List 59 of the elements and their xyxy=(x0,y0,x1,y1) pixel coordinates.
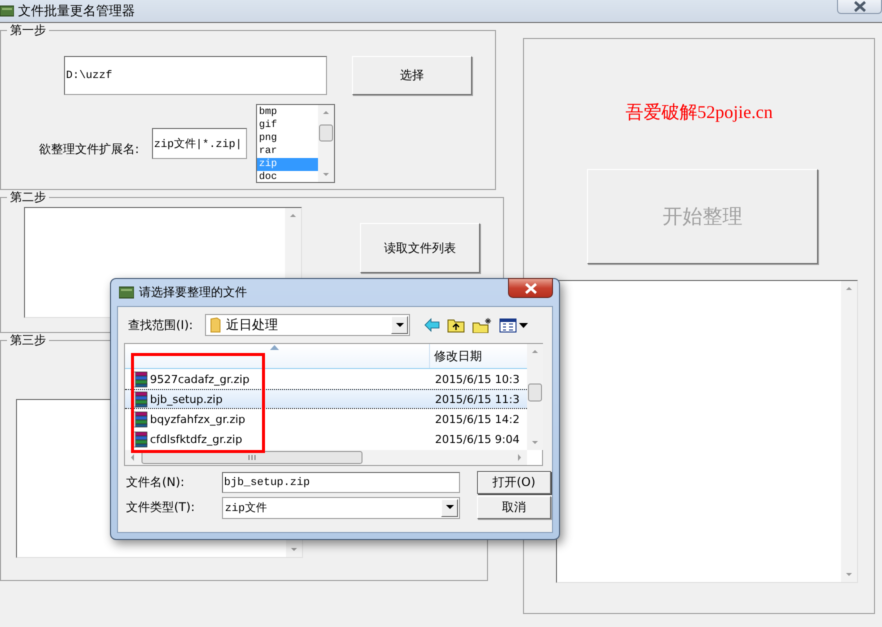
open-button[interactable]: 打开(O) xyxy=(477,471,551,494)
file-row[interactable]: bjb_setup.zip 2015/6/15 11:3 xyxy=(125,389,527,409)
extension-field[interactable]: zip文件|*.zip| xyxy=(152,128,247,159)
close-button[interactable] xyxy=(837,0,882,14)
file-date: 2015/6/15 9:04 xyxy=(434,432,521,446)
caret-icon xyxy=(396,322,404,328)
close-button[interactable] xyxy=(508,278,553,298)
path-field[interactable]: D:\uzzf xyxy=(64,56,327,95)
scrollbar[interactable] xyxy=(125,450,527,465)
file-name-field[interactable]: bjb_setup.zip xyxy=(222,472,460,493)
archive-icon xyxy=(133,390,149,408)
app-icon xyxy=(0,5,14,17)
file-name: bqyzfahfzx_gr.zip xyxy=(150,412,246,426)
list-item[interactable]: rar xyxy=(257,145,318,158)
field-label: 欲整理文件扩展名: xyxy=(39,141,140,158)
field-label: 文件类型(T): xyxy=(126,499,196,516)
close-icon xyxy=(852,1,866,12)
list-item[interactable]: doc xyxy=(257,171,318,184)
archive-icon xyxy=(133,370,149,388)
scrollbar[interactable] xyxy=(318,105,334,182)
view-menu-icon[interactable] xyxy=(499,317,529,333)
close-icon xyxy=(524,282,538,294)
scrollbar[interactable] xyxy=(841,281,857,582)
field-label: 查找范围(I): xyxy=(128,316,194,334)
dropdown-value: 近日处理 xyxy=(226,317,278,334)
sort-arrow-icon xyxy=(270,345,279,350)
group-label: 第一步 xyxy=(9,23,47,37)
list-item[interactable]: png xyxy=(257,132,318,145)
list-item[interactable]: bmp xyxy=(257,106,318,119)
choose-button[interactable]: 选择 xyxy=(352,56,472,95)
folder-icon xyxy=(210,317,221,333)
file-name: cfdlsfktdfz_gr.zip xyxy=(150,432,242,446)
cancel-button[interactable]: 取消 xyxy=(477,496,551,519)
file-name: bjb_setup.zip xyxy=(150,392,223,406)
file-date: 2015/6/15 10:3 xyxy=(434,372,521,386)
file-date: 2015/6/15 14:2 xyxy=(434,412,521,426)
back-arrow-icon[interactable] xyxy=(424,317,440,333)
archive-icon xyxy=(133,410,149,428)
file-row[interactable]: cfdlsfktdfz_gr.zip 2015/6/15 9:04 xyxy=(125,429,527,449)
caret-icon xyxy=(446,505,454,510)
folder-dropdown[interactable]: 近日处理 xyxy=(205,314,410,336)
field-label: 文件名(N): xyxy=(126,474,186,491)
app-icon xyxy=(119,286,134,299)
banner-text: 吾爱破解52pojie.cn xyxy=(625,101,773,124)
dialog-title: 请选择要整理的文件 xyxy=(139,284,247,301)
group-label: 第三步 xyxy=(9,333,47,347)
file-date: 2015/6/15 11:3 xyxy=(434,392,521,406)
window-title: 文件批量更名管理器 xyxy=(18,3,135,20)
file-row[interactable]: bqyzfahfzx_gr.zip 2015/6/15 14:2 xyxy=(125,409,527,429)
group-label: 第二步 xyxy=(9,190,47,204)
list-item[interactable]: gif xyxy=(257,119,318,132)
file-name: 9527cadafz_gr.zip xyxy=(150,372,250,386)
file-row[interactable]: 9527cadafz_gr.zip 2015/6/15 10:3 xyxy=(125,369,527,389)
archive-icon xyxy=(133,430,149,448)
file-type-dropdown[interactable]: zip文件 xyxy=(222,496,460,518)
read-list-button[interactable]: 读取文件列表 xyxy=(360,223,480,273)
scrollbar[interactable] xyxy=(527,344,543,450)
new-folder-icon[interactable] xyxy=(472,317,492,333)
folder-up-icon[interactable] xyxy=(447,317,465,333)
